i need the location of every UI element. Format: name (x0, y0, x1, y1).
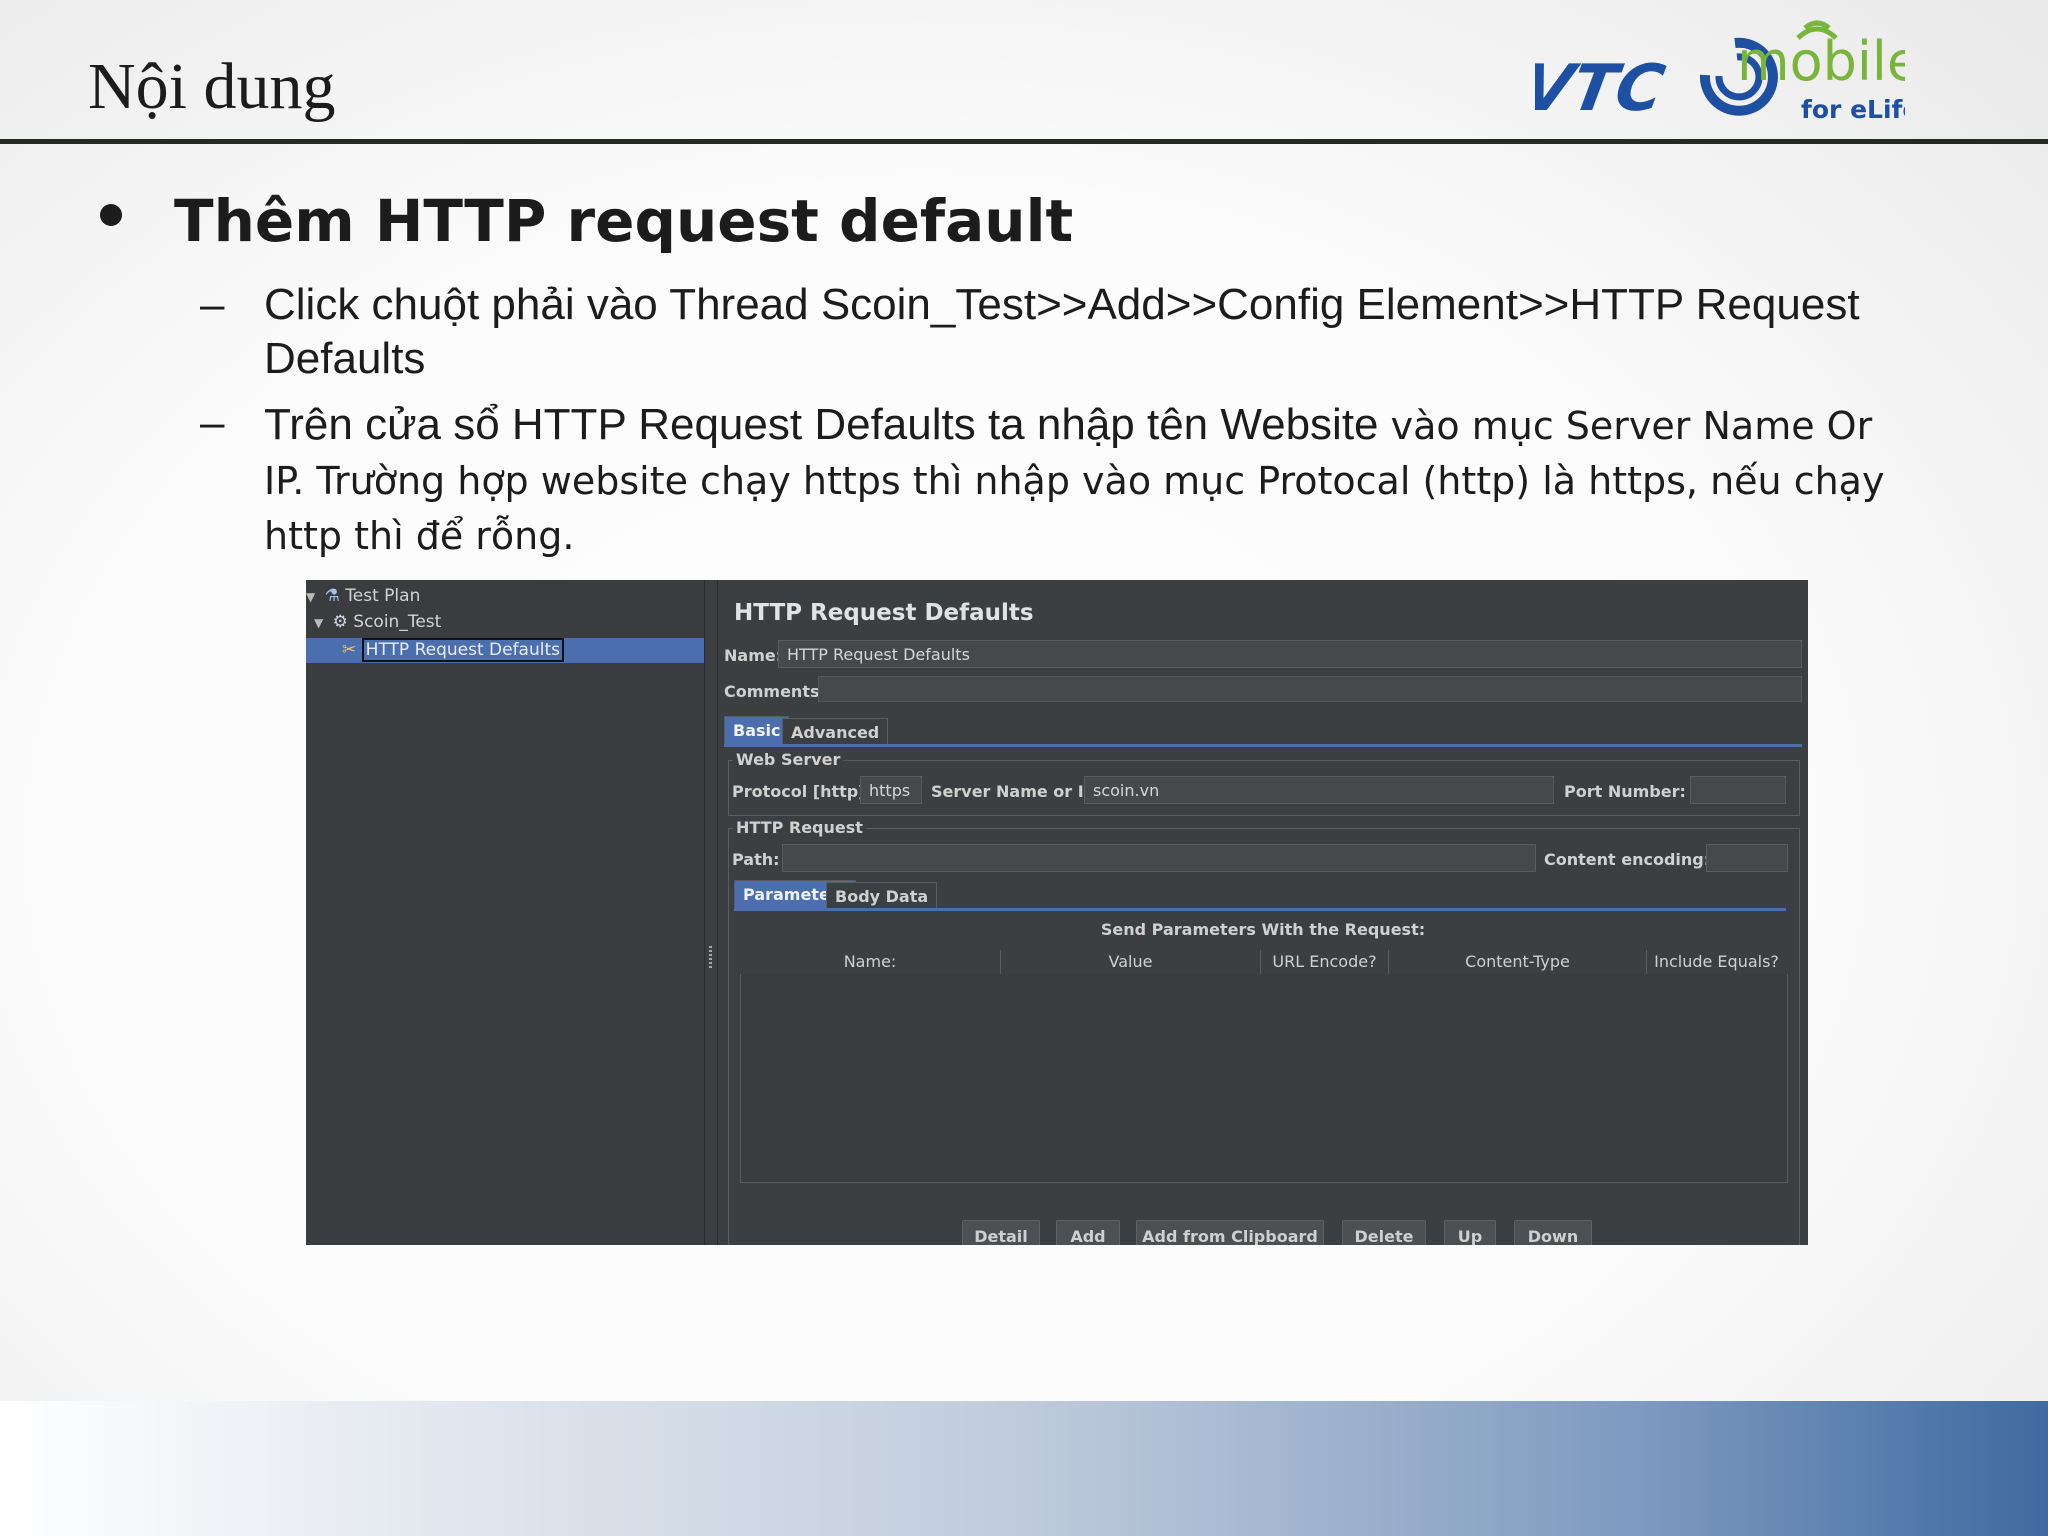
path-label: Path: (732, 850, 780, 869)
tree-item-scoin-test[interactable]: ▼ ⚙ Scoin_Test (314, 611, 441, 633)
server-name-label: Server Name or IP: (931, 782, 1102, 801)
dash-marker: – (200, 280, 225, 329)
protocol-field[interactable]: https (860, 776, 922, 804)
flask-icon: ⚗ (324, 586, 340, 606)
tab-body-data[interactable]: Body Data (826, 882, 938, 910)
bullet-heading: Thêm HTTP request default (174, 187, 1074, 255)
column-header-url-encode[interactable]: URL Encode? (1261, 950, 1389, 974)
bullet-dot (100, 204, 122, 226)
column-header-content-type[interactable]: Content-Type (1389, 950, 1647, 974)
jmeter-screenshot: ▼ ⚗ Test Plan ▼ ⚙ Scoin_Test ✂ HTTP Requ… (306, 580, 1808, 1245)
config-panel: HTTP Request Defaults Name: HTTP Request… (718, 580, 1808, 1245)
parameters-table-body[interactable] (740, 974, 1788, 1183)
column-header-include-equals[interactable]: Include Equals? (1647, 950, 1786, 974)
tree-item-label: Scoin_Test (353, 612, 442, 632)
name-field[interactable]: HTTP Request Defaults (778, 640, 1802, 668)
logo-tagline: for eLife (1801, 95, 1905, 124)
content-encoding-label: Content encoding: (1544, 850, 1711, 869)
path-field[interactable] (782, 844, 1536, 872)
sub-point-2: Trên cửa sổ HTTP Request Defaults ta nhậ… (264, 397, 1924, 564)
web-server-title: Web Server (733, 750, 844, 769)
dash-marker: – (200, 398, 225, 447)
split-pane-divider[interactable] (704, 580, 718, 1245)
http-request-title: HTTP Request (733, 818, 866, 837)
sub-tab-underline (734, 908, 1786, 911)
expand-arrow-icon[interactable]: ▼ (306, 590, 315, 604)
tab-basic[interactable]: Basic (724, 716, 790, 744)
scissors-icon: ✂ (342, 640, 357, 660)
sub-point-2-lead: Trên cửa sổ HTTP Request Defaults ta nhậ… (264, 400, 1379, 449)
tree-item-http-request-defaults[interactable]: ✂ HTTP Request Defaults (342, 638, 564, 662)
add-from-clipboard-button[interactable]: Add from Clipboard (1136, 1220, 1324, 1245)
test-plan-tree: ▼ ⚗ Test Plan ▼ ⚙ Scoin_Test ✂ HTTP Requ… (306, 580, 704, 1245)
down-button[interactable]: Down (1514, 1220, 1592, 1245)
tab-advanced[interactable]: Advanced (782, 718, 889, 746)
delete-button[interactable]: Delete (1342, 1220, 1426, 1245)
gear-icon: ⚙ (332, 612, 348, 632)
panel-title: HTTP Request Defaults (734, 600, 1034, 626)
up-button[interactable]: Up (1444, 1220, 1496, 1245)
expand-arrow-icon[interactable]: ▼ (314, 616, 323, 630)
name-label: Name: (724, 646, 783, 665)
title-divider (0, 139, 2048, 144)
column-header-name[interactable]: Name: (740, 950, 1001, 974)
logo-mobile-text: mobile (1737, 30, 1905, 93)
detail-button[interactable]: Detail (962, 1220, 1040, 1245)
tree-item-label: HTTP Request Defaults (361, 638, 564, 662)
port-number-label: Port Number: (1564, 782, 1686, 801)
tree-item-label: Test Plan (345, 586, 421, 606)
tree-item-test-plan[interactable]: ▼ ⚗ Test Plan (306, 585, 420, 607)
table-caption: Send Parameters With the Request: (1100, 920, 1426, 939)
sub-point-1: Click chuột phải vào Thread Scoin_Test>>… (264, 280, 1860, 383)
server-name-field[interactable]: scoin.vn (1084, 776, 1554, 804)
column-header-value[interactable]: Value (1001, 950, 1261, 974)
slide-title: Nội dung (88, 50, 336, 123)
comments-label: Comments: (724, 682, 826, 701)
drag-handle-icon[interactable] (709, 946, 712, 968)
footer-gradient-band (0, 1401, 2048, 1536)
protocol-label: Protocol [http]: (732, 782, 872, 801)
port-number-field[interactable] (1690, 776, 1786, 804)
add-button[interactable]: Add (1056, 1220, 1120, 1245)
logo-vtc-text: VTC (1535, 51, 1670, 125)
tab-underline (724, 744, 1802, 747)
content-encoding-field[interactable] (1706, 844, 1788, 872)
comments-field[interactable] (818, 676, 1802, 702)
vtc-mobile-logo: VTC mobile for eLife (1535, 20, 1905, 126)
